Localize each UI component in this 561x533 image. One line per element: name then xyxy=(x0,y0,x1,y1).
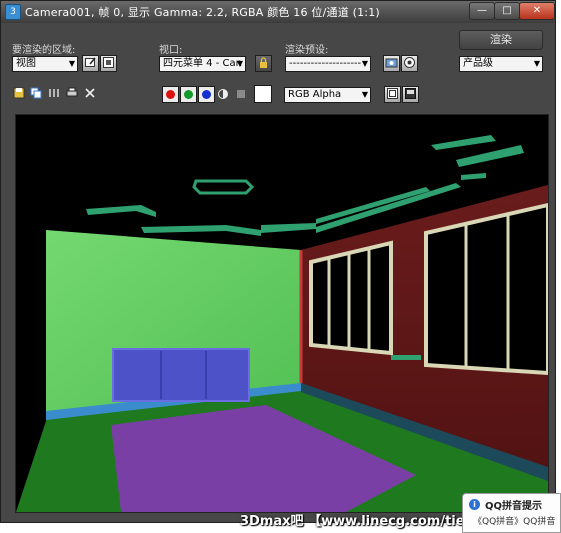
viewport-value: 四元菜单 4 - Can xyxy=(163,58,242,69)
title-bar[interactable]: 3 Camera001, 帧 0, 显示 Gamma: 2.2, RGBA 颜色… xyxy=(1,1,555,23)
viewport-label: 视口: xyxy=(159,45,183,56)
render-button[interactable]: 渲染 xyxy=(459,30,543,50)
toggle-ui-overlay-icon[interactable] xyxy=(384,86,401,103)
render-preset-label: 渲染预设: xyxy=(285,45,329,56)
chevron-down-icon: ▼ xyxy=(533,59,540,68)
chevron-down-icon: ▼ xyxy=(361,59,368,68)
area-to-render-select[interactable]: 视图 ▼ xyxy=(12,56,78,72)
clone-frame-icon[interactable] xyxy=(47,87,61,101)
rendered-image-viewport[interactable] xyxy=(15,114,549,513)
toggle-ui-icon[interactable] xyxy=(402,86,419,103)
qq-popup-title: QQ拼音提示 xyxy=(485,501,543,512)
render-quality-select[interactable]: 产品级 ▼ xyxy=(459,56,543,72)
lock-viewport-icon[interactable] xyxy=(255,55,272,72)
render-preset-select[interactable]: -------------------- ▼ xyxy=(285,56,371,72)
area-to-render-label: 要渲染的区域: xyxy=(12,45,76,56)
chevron-down-icon: ▼ xyxy=(236,59,243,68)
info-icon: i xyxy=(469,499,480,510)
rendered-room-image xyxy=(16,115,548,512)
render-quality-value: 产品级 xyxy=(463,58,493,69)
render-frame-window: 3 Camera001, 帧 0, 显示 Gamma: 2.2, RGBA 颜色… xyxy=(0,0,556,523)
monochrome-icon[interactable] xyxy=(234,88,248,102)
save-image-icon[interactable] xyxy=(12,87,26,101)
blue-channel-toggle[interactable] xyxy=(198,86,215,103)
render-preset-value: -------------------- xyxy=(289,58,362,69)
display-channel-select[interactable]: RGB Alpha ▼ xyxy=(284,87,371,103)
close-button[interactable]: ✕ xyxy=(519,2,555,20)
green-channel-icon xyxy=(184,90,193,99)
alpha-channel-icon[interactable] xyxy=(216,88,230,102)
area-to-render-value: 视图 xyxy=(16,58,36,69)
red-channel-toggle[interactable] xyxy=(162,86,179,103)
maximize-button[interactable]: □ xyxy=(494,2,520,20)
window-title: Camera001, 帧 0, 显示 Gamma: 2.2, RGBA 颜色 1… xyxy=(25,6,380,19)
display-channel-value: RGB Alpha xyxy=(288,89,342,100)
chevron-down-icon: ▼ xyxy=(361,90,368,99)
minimize-button[interactable]: — xyxy=(469,2,495,20)
green-channel-toggle[interactable] xyxy=(180,86,197,103)
swatch-icon[interactable] xyxy=(254,85,272,103)
app-icon: 3 xyxy=(5,4,21,20)
red-channel-icon xyxy=(166,90,175,99)
render-setup-icon[interactable] xyxy=(383,55,400,72)
blue-channel-icon xyxy=(202,90,211,99)
print-icon[interactable] xyxy=(65,87,79,101)
qq-popup-body: 《QQ拼音》QQ拼音 xyxy=(473,517,556,527)
environment-effects-icon[interactable] xyxy=(401,55,418,72)
qq-pinyin-popup[interactable]: i QQ拼音提示 《QQ拼音》QQ拼音 xyxy=(462,493,561,533)
edit-region-icon[interactable] xyxy=(82,55,99,72)
copy-image-icon[interactable] xyxy=(29,87,43,101)
clear-icon[interactable] xyxy=(83,87,97,101)
auto-region-icon[interactable] xyxy=(100,55,117,72)
viewport-select[interactable]: 四元菜单 4 - Can ▼ xyxy=(159,56,246,72)
chevron-down-icon: ▼ xyxy=(68,59,75,68)
